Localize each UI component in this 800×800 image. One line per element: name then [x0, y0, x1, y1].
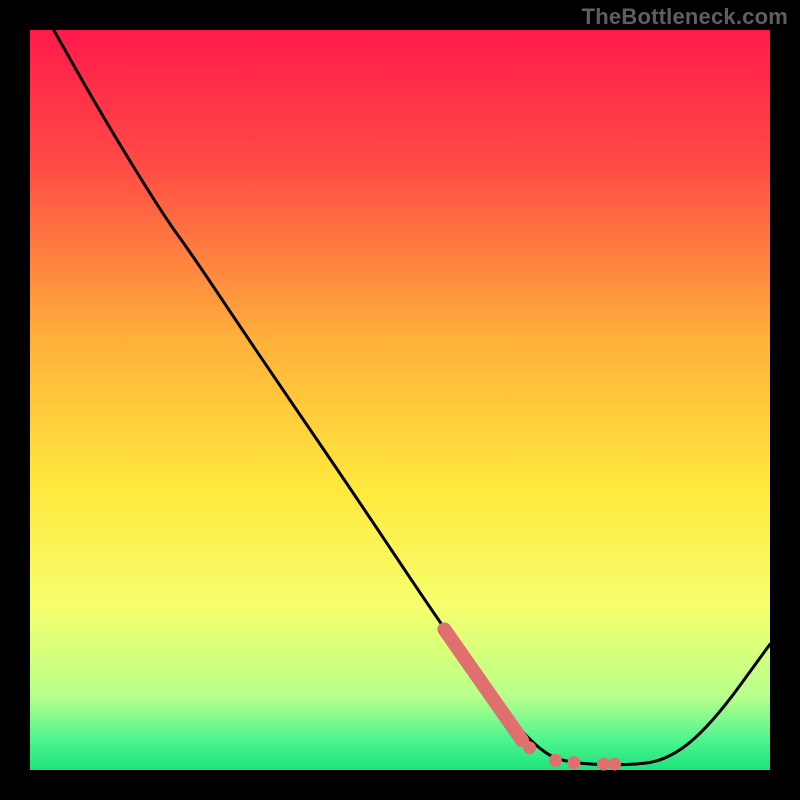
highlight-dot	[567, 756, 580, 769]
plot-background	[30, 30, 770, 770]
watermark-label: TheBottleneck.com	[582, 4, 788, 30]
highlight-dot	[608, 758, 621, 771]
highlight-dot	[523, 741, 536, 754]
chart-stage: TheBottleneck.com	[0, 0, 800, 800]
highlight-dot	[597, 758, 610, 771]
highlight-dot	[549, 754, 562, 767]
bottleneck-chart	[0, 0, 800, 800]
